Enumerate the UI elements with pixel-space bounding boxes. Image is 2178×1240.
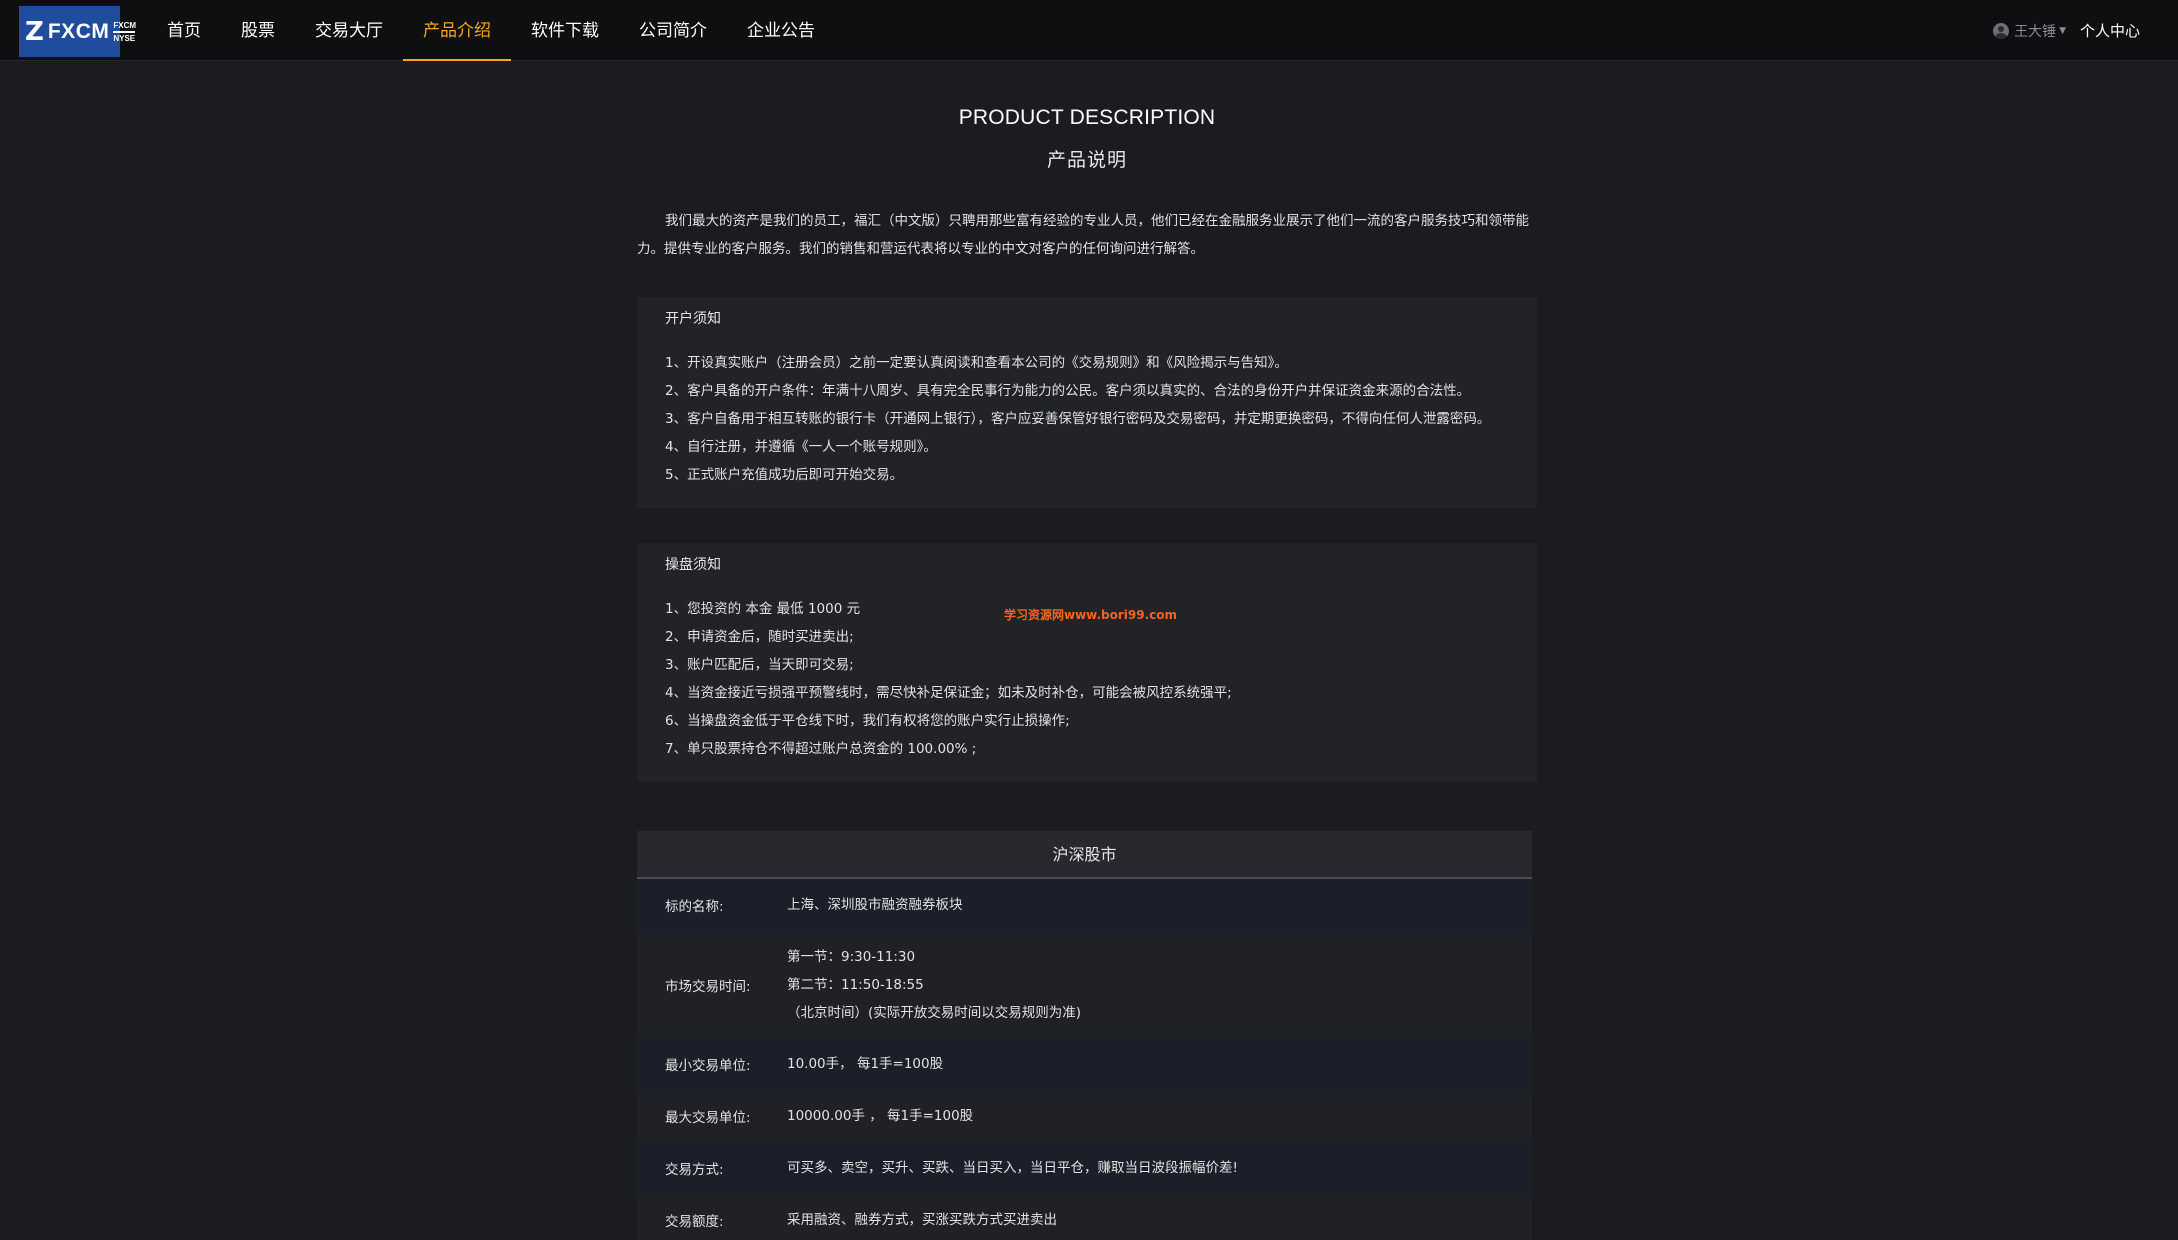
nav-item-announcements[interactable]: 企业公告 — [727, 0, 835, 61]
user-name-dropdown[interactable]: 王大锤 — [2014, 21, 2056, 41]
nav-item-software-download[interactable]: 软件下载 — [511, 0, 619, 61]
table-row: 市场交易时间: 第一节：9:30-11:30 第二节：11:50-18:55 （… — [637, 931, 1532, 1038]
nav-item-company-profile[interactable]: 公司简介 — [619, 0, 727, 61]
page-title-en: PRODUCT DESCRIPTION — [958, 106, 1216, 129]
logo-subtext: FXCM NYSE — [113, 21, 136, 43]
main-nav: 首页 股票 交易大厅 产品介绍 软件下载 公司简介 企业公告 — [147, 0, 835, 61]
fxcm-logo[interactable]: Z FXCM FXCM NYSE — [19, 6, 136, 57]
logo-mark: Z — [25, 16, 44, 47]
row-value: 10000.00手 ， 每1手=100股 — [787, 1108, 974, 1124]
logo-text: FXCM — [47, 19, 110, 43]
list-item: 2、客户具备的开户条件：年满十八周岁、具有完全民事行为能力的公民。客户须以真实的… — [665, 383, 1471, 399]
row-value: 上海、深圳股市融资融券板块 — [787, 897, 963, 913]
market-table-title: 沪深股市 — [637, 831, 1532, 879]
list-item: 2、申请资金后，随时买进卖出; — [665, 629, 854, 645]
nav-item-trading-hall[interactable]: 交易大厅 — [295, 0, 403, 61]
list-item: 7、单只股票持仓不得超过账户总资金的 100.00% ; — [665, 741, 977, 757]
row-label: 交易额度: — [665, 1214, 724, 1230]
trading-notice-panel: 操盘须知 1、您投资的 本金 最低 1000 元 2、申请资金后，随时买进卖出;… — [637, 543, 1537, 782]
row-value: 可买多、卖空，买升、买跌、当日买入，当日平仓，赚取当日波段振幅价差! — [787, 1160, 1238, 1176]
intro-paragraph: 我们最大的资产是我们的员工，福汇（中文版）只聘用那些富有经验的专业人员，他们已经… — [637, 213, 1529, 257]
chevron-down-icon[interactable]: ▼ — [2059, 26, 2066, 36]
table-row: 交易方式: 可买多、卖空，买升、买跌、当日买入，当日平仓，赚取当日波段振幅价差! — [637, 1142, 1532, 1194]
nav-item-home[interactable]: 首页 — [147, 0, 221, 61]
user-center-link[interactable]: 个人中心 — [2080, 20, 2140, 41]
row-label: 交易方式: — [665, 1162, 724, 1178]
row-value: （北京时间）(实际开放交易时间以交易规则为准) — [787, 1004, 1082, 1021]
row-label: 标的名称: — [665, 899, 724, 915]
list-item: 6、当操盘资金低于平仓线下时，我们有权将您的账户实行止损操作; — [665, 713, 1070, 729]
account-notice-title: 开户须知 — [665, 311, 721, 327]
table-row: 交易额度: 采用融资、融券方式，买涨买跌方式买进卖出 — [637, 1194, 1532, 1240]
trading-notice-title: 操盘须知 — [665, 557, 721, 573]
row-value: 采用融资、融券方式，买涨买跌方式买进卖出 — [787, 1212, 1057, 1228]
nav-item-stocks[interactable]: 股票 — [221, 0, 295, 61]
logo-sub-bottom: NYSE — [113, 33, 136, 43]
row-value: 第二节：11:50-18:55 — [787, 976, 924, 993]
row-value: 第一节：9:30-11:30 — [787, 948, 916, 965]
list-item: 5、正式账户充值成功后即可开始交易。 — [665, 467, 904, 483]
list-item: 4、当资金接近亏损强平预警线时，需尽快补足保证金；如未及时补仓，可能会被风控系统… — [665, 685, 1232, 701]
row-label: 最小交易单位: — [665, 1058, 751, 1074]
list-item: 1、开设真实账户（注册会员）之前一定要认真阅读和查看本公司的《交易规则》和《风险… — [665, 355, 1288, 371]
list-item: 3、账户匹配后，当天即可交易; — [665, 657, 854, 673]
account-notice-list: 1、开设真实账户（注册会员）之前一定要认真阅读和查看本公司的《交易规则》和《风险… — [665, 349, 1490, 489]
nav-item-product-intro[interactable]: 产品介绍 — [403, 0, 511, 61]
user-avatar-icon[interactable] — [1993, 22, 2010, 39]
row-value: 10.00手， 每1手=100股 — [787, 1056, 944, 1072]
user-area: 王大锤 ▼ 个人中心 — [1993, 0, 2140, 61]
row-value-group: 第一节：9:30-11:30 第二节：11:50-18:55 （北京时间）(实际… — [787, 943, 1081, 1027]
list-item: 4、自行注册，并遵循《一人一个账号规则》。 — [665, 439, 937, 455]
page-title-cn: 产品说明 — [1046, 149, 1127, 171]
row-label: 最大交易单位: — [665, 1110, 751, 1126]
logo-sub-top: FXCM — [113, 20, 137, 30]
table-row: 最小交易单位: 10.00手， 每1手=100股 — [637, 1038, 1532, 1090]
row-label: 市场交易时间: — [665, 978, 751, 995]
market-table: 沪深股市 标的名称: 上海、深圳股市融资融券板块 市场交易时间: 第一节：9:3… — [637, 831, 1532, 1240]
top-navbar: Z FXCM FXCM NYSE 首页 股票 交易大厅 产品介绍 软件下载 公司… — [0, 0, 2178, 61]
logo-divider — [113, 30, 136, 33]
table-row: 标的名称: 上海、深圳股市融资融券板块 — [637, 879, 1532, 931]
watermark-text: 学习资源网www.bori99.com — [1004, 608, 1178, 622]
account-notice-panel: 开户须知 1、开设真实账户（注册会员）之前一定要认真阅读和查看本公司的《交易规则… — [637, 297, 1537, 508]
list-item: 3、客户自备用于相互转账的银行卡（开通网上银行），客户应妥善保管好银行密码及交易… — [665, 411, 1491, 427]
table-row: 最大交易单位: 10000.00手 ， 每1手=100股 — [637, 1090, 1532, 1142]
